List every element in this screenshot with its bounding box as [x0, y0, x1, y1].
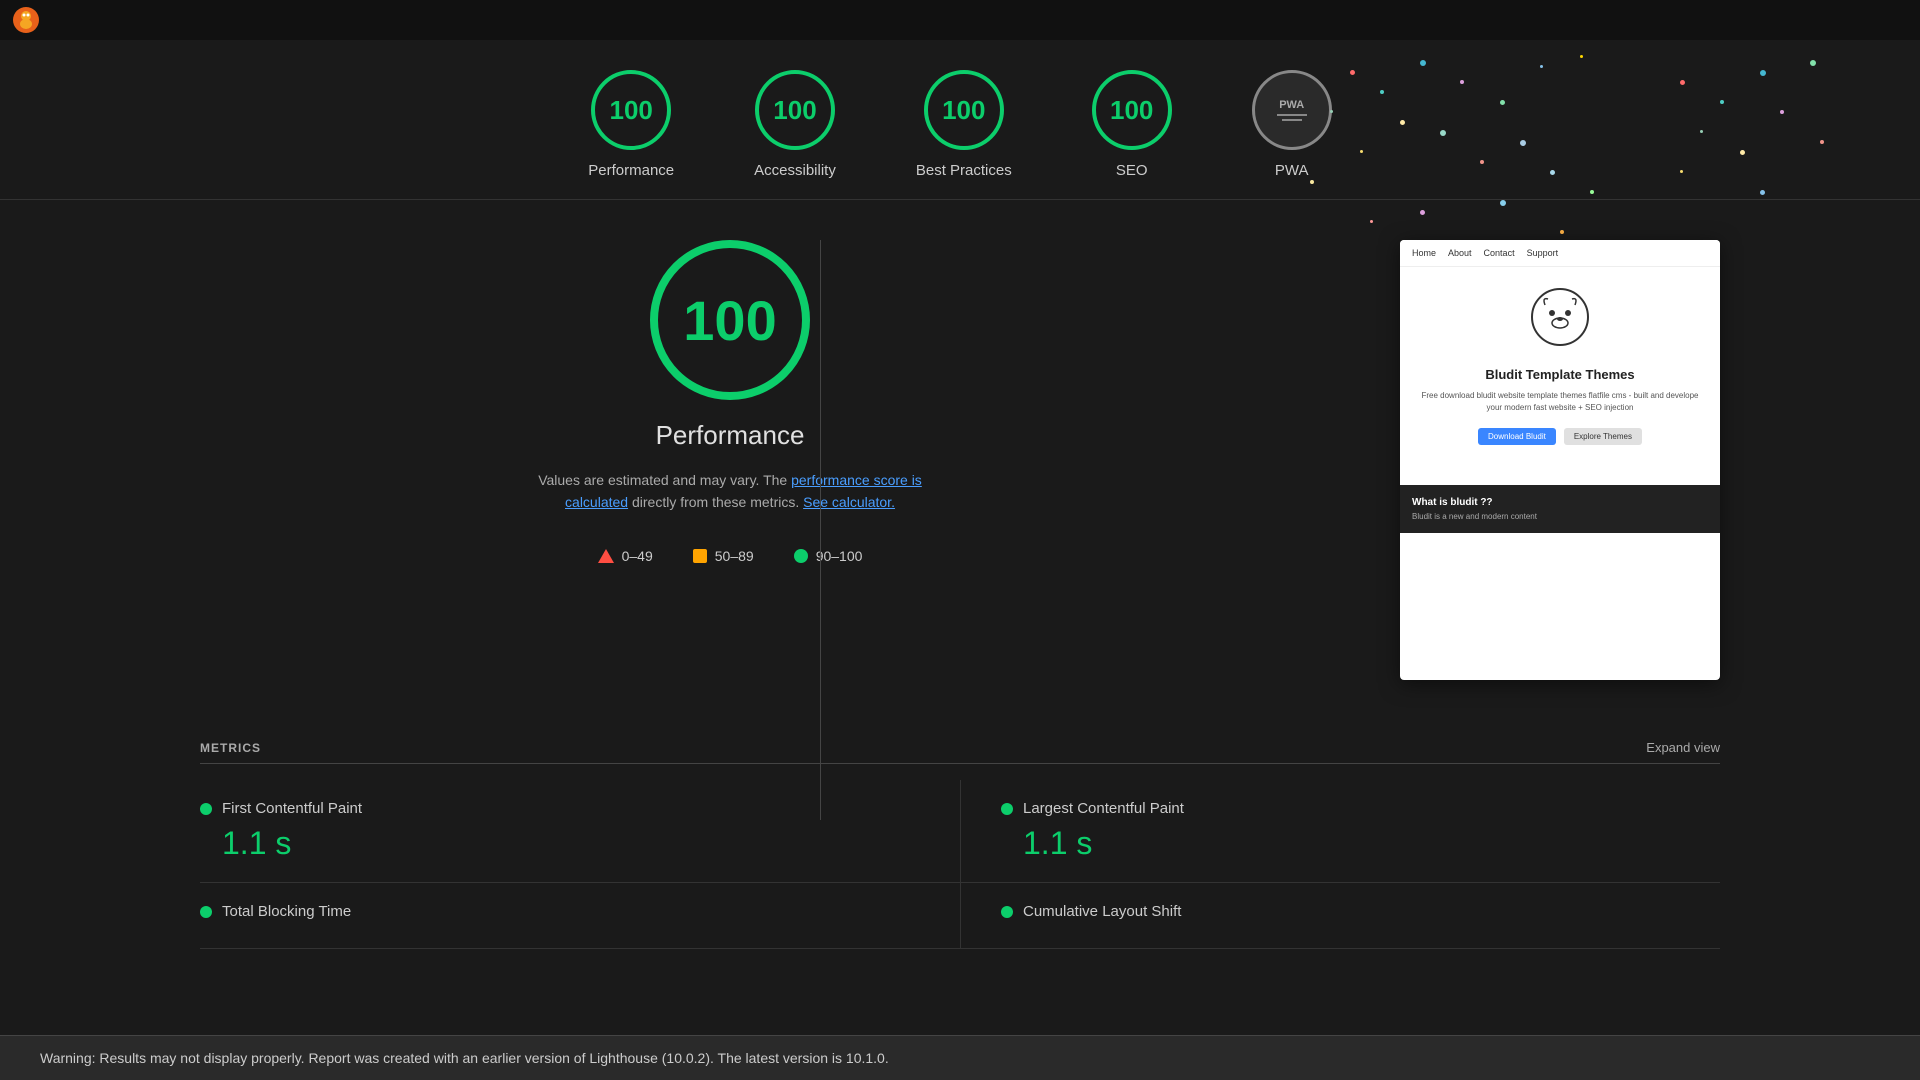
preview-download-btn[interactable]: Download Bludit	[1478, 428, 1556, 445]
warning-text: Warning: Results may not display properl…	[40, 1050, 889, 1066]
preview-nav-support[interactable]: Support	[1527, 248, 1559, 258]
score-item-performance[interactable]: 100 Performance	[588, 70, 674, 179]
score-circle-best-practices: 100	[924, 70, 1004, 150]
score-item-accessibility[interactable]: 100 Accessibility	[754, 70, 836, 179]
legend: 0–49 50–89 90–100	[598, 548, 863, 564]
dog-icon	[1530, 287, 1590, 357]
metric-cls-name: Cumulative Layout Shift	[1023, 903, 1181, 920]
score-label-performance: Performance	[588, 162, 674, 179]
metric-tbt: Total Blocking Time	[200, 883, 960, 949]
average-icon	[693, 549, 707, 563]
metric-fcp-value: 1.1 s	[200, 825, 920, 862]
score-circle-performance: 100	[591, 70, 671, 150]
metric-fcp: First Contentful Paint 1.1 s	[200, 780, 960, 883]
metric-fcp-name: First Contentful Paint	[222, 800, 362, 817]
left-panel: 100 Performance Values are estimated and…	[200, 240, 1260, 680]
metric-lcp-header: Largest Contentful Paint	[1001, 800, 1720, 817]
metric-cls-dot	[1001, 906, 1013, 918]
metrics-title: METRICS	[200, 741, 261, 755]
warning-bar: Warning: Results may not display properl…	[0, 1035, 1920, 1080]
preview-footer-text: Bludit is a new and modern content	[1412, 512, 1708, 521]
scores-section: 100 Performance 100 Accessibility 100 Be…	[0, 40, 1920, 200]
main-content: 100 Performance Values are estimated and…	[0, 200, 1920, 720]
metric-fcp-dot	[200, 803, 212, 815]
expand-view-button[interactable]: Expand view	[1646, 740, 1720, 755]
website-preview: Home About Contact Support	[1400, 240, 1720, 680]
legend-pass: 90–100	[794, 548, 863, 564]
legend-fail: 0–49	[598, 548, 653, 564]
preview-site-title: Bludit Template Themes	[1485, 367, 1634, 382]
preview-nav-home[interactable]: Home	[1412, 248, 1436, 258]
divider-line	[820, 240, 821, 820]
pwa-icon-text: PWA	[1279, 99, 1304, 111]
score-item-seo[interactable]: 100 SEO	[1092, 70, 1172, 179]
score-circle-seo: 100	[1092, 70, 1172, 150]
metric-tbt-dot	[200, 906, 212, 918]
metric-lcp-dot	[1001, 803, 1013, 815]
preview-explore-btn[interactable]: Explore Themes	[1564, 428, 1642, 445]
calculator-link[interactable]: See calculator.	[803, 494, 895, 510]
metric-cls: Cumulative Layout Shift	[960, 883, 1720, 949]
metric-lcp-name: Largest Contentful Paint	[1023, 800, 1184, 817]
preview-nav: Home About Contact Support	[1400, 240, 1720, 267]
preview-footer-title: What is bludit ??	[1412, 497, 1708, 508]
main-score-title: Performance	[656, 420, 805, 451]
score-label-seo: SEO	[1116, 162, 1148, 179]
preview-body: Bludit Template Themes Free download blu…	[1400, 267, 1720, 485]
pwa-circle: PWA	[1252, 70, 1332, 150]
preview-nav-about[interactable]: About	[1448, 248, 1472, 258]
score-description: Values are estimated and may vary. The p…	[520, 469, 940, 514]
metric-lcp-value: 1.1 s	[1001, 825, 1720, 862]
right-panel: Home About Contact Support	[1400, 240, 1720, 680]
score-label-best-practices: Best Practices	[916, 162, 1012, 179]
pass-icon	[794, 549, 808, 563]
metrics-section: METRICS Expand view First Contentful Pai…	[0, 740, 1920, 949]
metrics-header: METRICS Expand view	[200, 740, 1720, 764]
top-bar	[0, 0, 1920, 40]
metrics-grid: First Contentful Paint 1.1 s Largest Con…	[200, 780, 1720, 949]
score-item-best-practices[interactable]: 100 Best Practices	[916, 70, 1012, 179]
metric-tbt-name: Total Blocking Time	[222, 903, 351, 920]
main-score-circle: 100	[650, 240, 810, 400]
preview-nav-contact[interactable]: Contact	[1484, 248, 1515, 258]
app-icon	[12, 6, 40, 34]
legend-average: 50–89	[693, 548, 754, 564]
fail-icon	[598, 549, 614, 563]
metric-tbt-header: Total Blocking Time	[200, 903, 920, 920]
score-circle-accessibility: 100	[755, 70, 835, 150]
metric-fcp-header: First Contentful Paint	[200, 800, 920, 817]
score-label-accessibility: Accessibility	[754, 162, 836, 179]
pwa-item[interactable]: PWA PWA	[1252, 70, 1332, 179]
preview-site-description: Free download bludit website template th…	[1420, 390, 1700, 414]
pwa-label: PWA	[1275, 162, 1309, 179]
metric-lcp: Largest Contentful Paint 1.1 s	[960, 780, 1720, 883]
preview-footer: What is bludit ?? Bludit is a new and mo…	[1400, 485, 1720, 533]
preview-buttons: Download Bludit Explore Themes	[1478, 428, 1642, 445]
metric-cls-header: Cumulative Layout Shift	[1001, 903, 1720, 920]
